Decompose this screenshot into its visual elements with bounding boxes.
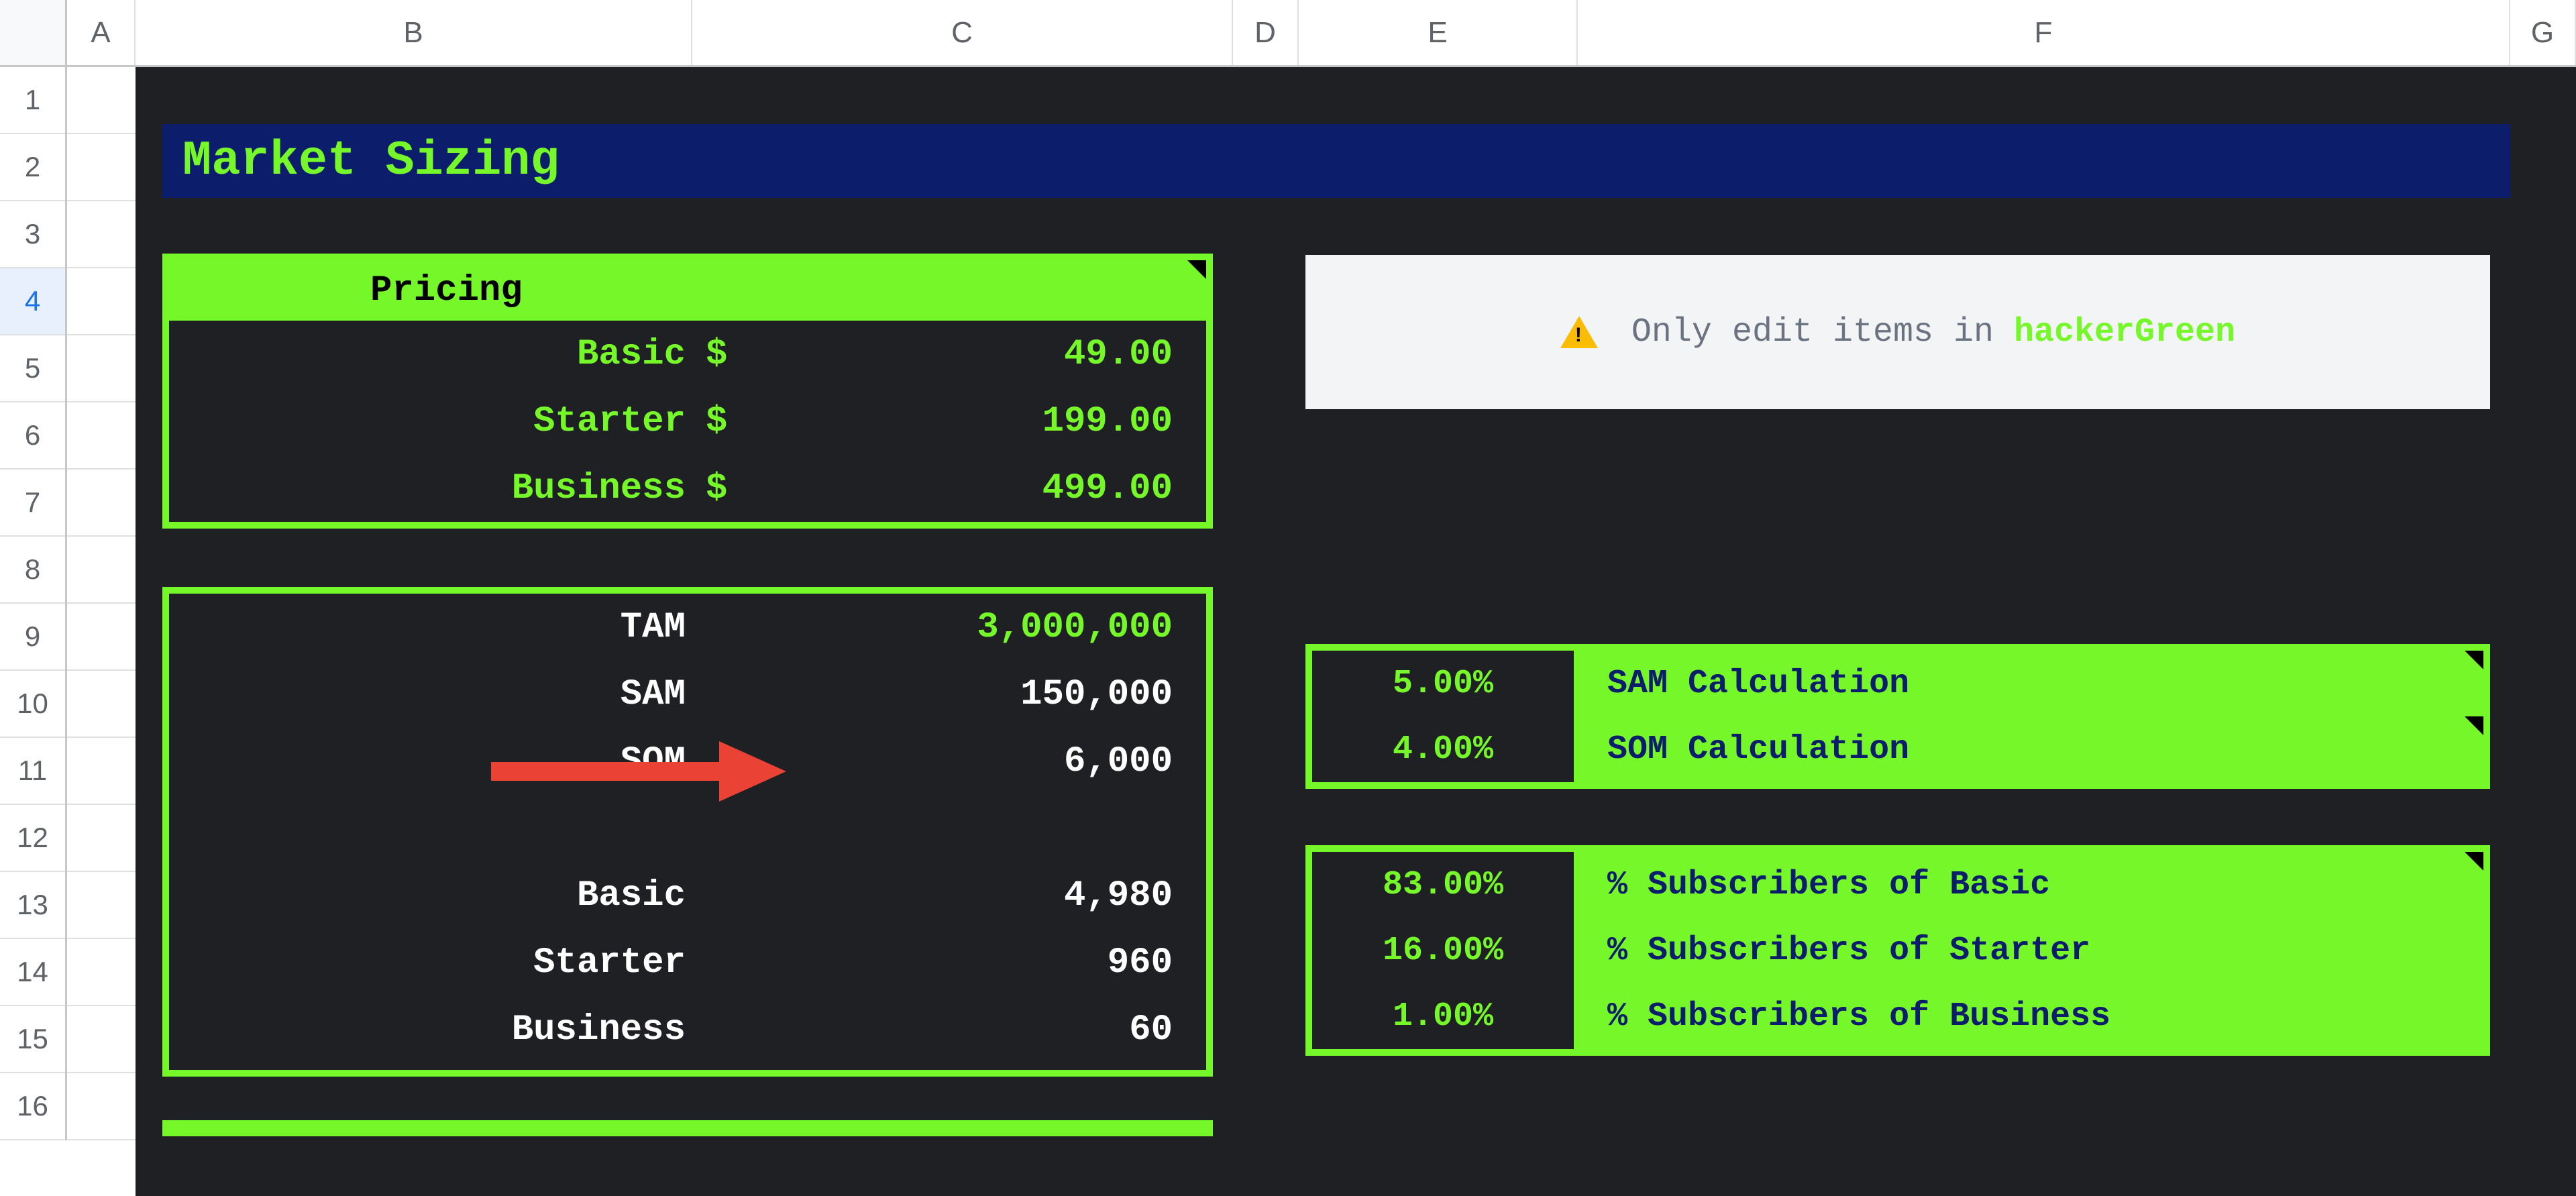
pricing-label: Basic [169, 334, 706, 375]
select-all-corner[interactable] [0, 0, 67, 65]
column-header-G[interactable]: G [2510, 0, 2576, 65]
spreadsheet: A B C D E F G 1 2 3 4 5 6 7 8 9 10 11 12… [0, 0, 2576, 1196]
currency-symbol: $ [706, 401, 746, 442]
row-headers: 1 2 3 4 5 6 7 8 9 10 11 12 13 14 15 16 [0, 67, 67, 1140]
column-header-B[interactable]: B [136, 0, 692, 65]
notice-prefix: Only edit items in [1631, 313, 2014, 351]
column-header-C[interactable]: C [692, 0, 1233, 65]
subs-row-business[interactable]: 1.00% % Subscribers of Business [1312, 983, 2483, 1049]
market-label: SAM [169, 674, 706, 715]
column-headers: A B C D E F G [0, 0, 2576, 67]
calc-row-sam[interactable]: 5.00% SAM Calculation [1312, 651, 2483, 716]
row-header-10[interactable]: 10 [0, 671, 65, 738]
pricing-value: 199.00 [746, 401, 1206, 442]
row-header-11[interactable]: 11 [0, 738, 65, 805]
row-header-5[interactable]: 5 [0, 335, 65, 402]
column-header-A[interactable]: A [67, 0, 136, 65]
subs-desc: % Subscribers of Basic [1594, 866, 2050, 904]
row-header-12[interactable]: 12 [0, 805, 65, 872]
calc-desc: SAM Calculation [1594, 665, 1909, 703]
calc-desc: SOM Calculation [1594, 730, 1909, 769]
market-row-basic[interactable]: Basic 4,980 [169, 862, 1206, 929]
column-header-F[interactable]: F [1578, 0, 2510, 65]
next-box-top [162, 1120, 1213, 1136]
currency-symbol: $ [706, 334, 746, 375]
market-value: 150,000 [706, 674, 1206, 715]
market-label: TAM [169, 607, 706, 648]
market-row-tam[interactable]: TAM 3,000,000 [169, 594, 1206, 661]
row-header-8[interactable]: 8 [0, 537, 65, 604]
notice-highlight: hackerGreen [2014, 313, 2235, 351]
pricing-label: Business [169, 468, 706, 509]
market-value: 60 [706, 1010, 1206, 1050]
market-label: Starter [169, 942, 706, 983]
title-bar[interactable]: Market Sizing [162, 124, 2510, 198]
row-header-16[interactable]: 16 [0, 1073, 65, 1140]
row-header-2[interactable]: 2 [0, 134, 65, 201]
pricing-header-label: Pricing [370, 270, 523, 311]
note-indicator-icon[interactable] [2465, 716, 2483, 735]
column-header-D[interactable]: D [1233, 0, 1299, 65]
page-title: Market Sizing [182, 133, 559, 188]
subs-desc: % Subscribers of Starter [1594, 932, 2090, 970]
market-value: 3,000,000 [706, 607, 1206, 648]
row-header-1[interactable]: 1 [0, 67, 65, 134]
row-header-9[interactable]: 9 [0, 604, 65, 671]
pricing-value: 49.00 [746, 334, 1206, 375]
row-header-4[interactable]: 4 [0, 268, 65, 335]
market-label: Basic [169, 875, 706, 916]
market-label: Business [169, 1010, 706, 1050]
notice-text: Only edit items in hackerGreen [1631, 313, 2235, 351]
calc-row-som[interactable]: 4.00% SOM Calculation [1312, 716, 2483, 782]
row-header-6[interactable]: 6 [0, 402, 65, 470]
note-indicator-icon[interactable] [2465, 651, 2483, 669]
pricing-row-business[interactable]: Business $ 499.00 [169, 455, 1206, 522]
row-header-15[interactable]: 15 [0, 1006, 65, 1073]
warning-icon [1560, 316, 1598, 348]
note-indicator-icon[interactable] [2465, 852, 2483, 871]
pricing-value: 499.00 [746, 468, 1206, 509]
market-value: 960 [706, 942, 1206, 983]
grid[interactable]: Market Sizing Pricing Basic $ 49.00 Star… [67, 67, 2576, 1196]
market-box: TAM 3,000,000 SAM 150,000 SOM 6,000 Basi… [162, 587, 1213, 1077]
calc-box: 5.00% SAM Calculation 4.00% SOM Calculat… [1305, 644, 2490, 789]
calc-pct: 4.00% [1312, 716, 1574, 782]
arrow-annotation-icon [484, 731, 793, 785]
calc-pct: 5.00% [1312, 651, 1574, 716]
note-indicator-icon[interactable] [1187, 260, 1206, 279]
subscribers-box: 83.00% % Subscribers of Basic 16.00% % S… [1305, 845, 2490, 1056]
column-A-background [67, 67, 136, 1196]
row-header-13[interactable]: 13 [0, 872, 65, 939]
subs-pct: 1.00% [1312, 983, 1574, 1049]
pricing-row-basic[interactable]: Basic $ 49.00 [169, 321, 1206, 388]
row-header-7[interactable]: 7 [0, 470, 65, 537]
market-row-sam[interactable]: SAM 150,000 [169, 661, 1206, 728]
subs-row-basic[interactable]: 83.00% % Subscribers of Basic [1312, 852, 2483, 918]
pricing-label: Starter [169, 401, 706, 442]
market-row-business[interactable]: Business 60 [169, 996, 1206, 1063]
subs-row-starter[interactable]: 16.00% % Subscribers of Starter [1312, 918, 2483, 983]
subs-pct: 16.00% [1312, 918, 1574, 983]
currency-symbol: $ [706, 468, 746, 509]
column-header-E[interactable]: E [1299, 0, 1578, 65]
subs-pct: 83.00% [1312, 852, 1574, 918]
market-value: 4,980 [706, 875, 1206, 916]
pricing-box: Pricing Basic $ 49.00 Starter $ 199.00 B… [162, 254, 1213, 529]
pricing-row-starter[interactable]: Starter $ 199.00 [169, 388, 1206, 455]
pricing-header[interactable]: Pricing [169, 260, 1206, 321]
market-row-starter[interactable]: Starter 960 [169, 929, 1206, 996]
edit-notice: Only edit items in hackerGreen [1305, 255, 2490, 409]
row-header-3[interactable]: 3 [0, 201, 65, 268]
row-header-14[interactable]: 14 [0, 939, 65, 1006]
subs-desc: % Subscribers of Business [1594, 997, 2110, 1036]
